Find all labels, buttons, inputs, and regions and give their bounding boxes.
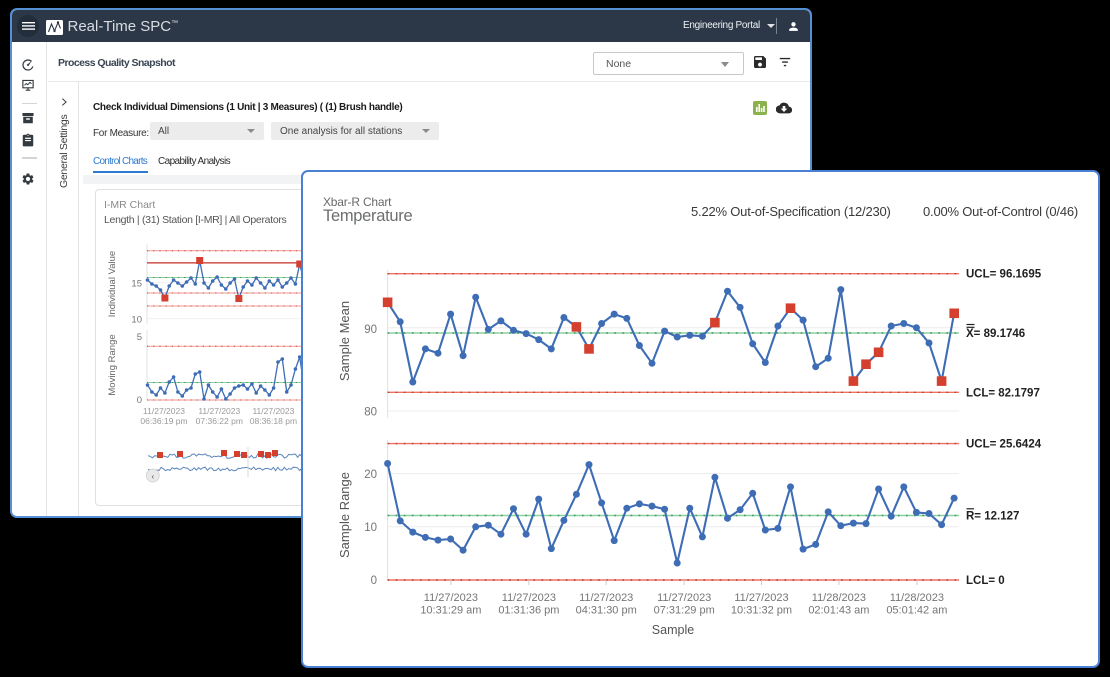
- svg-text:10:31:29 am: 10:31:29 am: [420, 605, 481, 617]
- svg-text:80: 80: [364, 407, 377, 419]
- svg-text:Individual Value: Individual Value: [107, 251, 118, 317]
- svg-text:04:31:30 pm: 04:31:30 pm: [576, 605, 637, 617]
- svg-text:Sample Range: Sample Range: [337, 472, 352, 558]
- svg-text:UCL= 96.1695: UCL= 96.1695: [966, 269, 1042, 281]
- svg-text:08:36:18 pm: 08:36:18 pm: [250, 416, 297, 426]
- svg-text:10: 10: [364, 522, 377, 534]
- svg-text:07:31:29 pm: 07:31:29 pm: [654, 605, 715, 617]
- svg-text:11/27/2023: 11/27/2023: [502, 592, 556, 604]
- svg-text:11/27/2023: 11/27/2023: [198, 406, 240, 416]
- svg-text:11/27/2023: 11/27/2023: [252, 406, 294, 416]
- svg-text:90: 90: [364, 324, 377, 336]
- svg-text:0: 0: [371, 575, 377, 587]
- svg-text:11/27/2023: 11/27/2023: [143, 406, 185, 416]
- svg-text:LCL= 0: LCL= 0: [966, 575, 1005, 587]
- svg-text:11/28/2023: 11/28/2023: [890, 592, 944, 604]
- svg-text:X= 89.1746: X= 89.1746: [966, 328, 1025, 340]
- svg-text:10: 10: [131, 315, 142, 326]
- svg-text:‹: ‹: [151, 472, 154, 481]
- svg-text:I-MR Chart: I-MR Chart: [104, 199, 155, 211]
- svg-text:5: 5: [137, 332, 142, 343]
- svg-text:01:31:36 pm: 01:31:36 pm: [498, 605, 559, 617]
- svg-text:UCL= 25.6424: UCL= 25.6424: [966, 439, 1042, 451]
- svg-text:06:36:19 pm: 06:36:19 pm: [140, 416, 187, 426]
- svg-text:07:36:22 pm: 07:36:22 pm: [196, 416, 243, 426]
- svg-text:Sample: Sample: [652, 623, 694, 637]
- svg-text:11/27/2023: 11/27/2023: [657, 592, 711, 604]
- svg-text:0: 0: [137, 395, 142, 406]
- svg-text:LCL= 82.1797: LCL= 82.1797: [966, 387, 1040, 399]
- svg-text:Moving Range: Moving Range: [107, 334, 118, 395]
- svg-text:Sample Mean: Sample Mean: [337, 301, 352, 381]
- svg-text:20: 20: [364, 469, 377, 481]
- svg-text:R= 12.127: R= 12.127: [966, 511, 1019, 523]
- svg-text:10:31:32 pm: 10:31:32 pm: [731, 605, 792, 617]
- svg-text:11/27/2023: 11/27/2023: [579, 592, 633, 604]
- svg-text:11/27/2023: 11/27/2023: [734, 592, 788, 604]
- svg-text:02:01:43 am: 02:01:43 am: [808, 605, 869, 617]
- svg-text:11/28/2023: 11/28/2023: [812, 592, 866, 604]
- svg-text:05:01:42 am: 05:01:42 am: [886, 605, 947, 617]
- svg-text:Length | (31) Station [I-MR] |: Length | (31) Station [I-MR] | All Opera…: [104, 214, 287, 226]
- svg-text:15: 15: [131, 279, 142, 290]
- svg-text:11/27/2023: 11/27/2023: [424, 592, 478, 604]
